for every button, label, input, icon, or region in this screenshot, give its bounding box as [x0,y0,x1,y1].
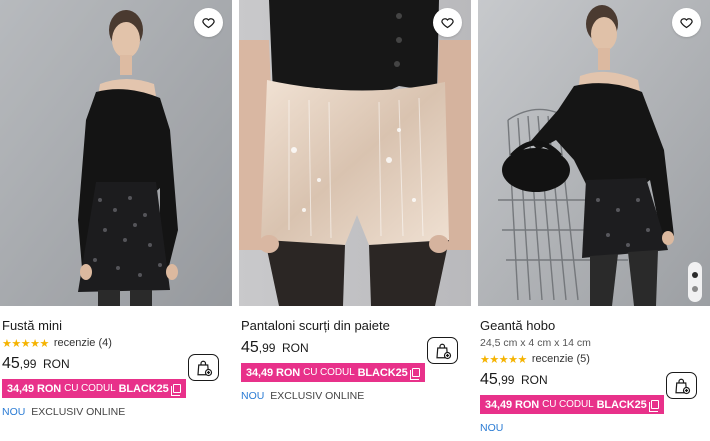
new-tag: NOU [480,422,504,434]
new-tag: NOU [2,406,26,418]
carousel-dot[interactable] [692,272,698,278]
product-tags: NOU EXCLUSIV ONLINE [2,406,232,418]
product-image[interactable] [478,0,710,306]
promo-price: 34,49 RON [7,382,62,395]
add-to-cart-button[interactable] [188,354,219,381]
product-name[interactable]: Pantaloni scurți din paiete [241,318,471,333]
price-currency: RON [281,341,309,355]
carousel-dot[interactable] [692,286,698,292]
copy-icon [409,368,420,380]
price-integer: 45 [480,371,498,388]
price-currency: RON [42,357,70,371]
online-exclusive-tag: EXCLUSIV ONLINE [31,406,126,418]
shopping-bag-plus-icon [435,343,451,359]
promo-code-badge[interactable]: 34,49 RON CU CODUL BLACK25 [480,395,664,414]
favorite-button[interactable] [433,8,462,37]
price-currency: RON [520,373,548,387]
product-name[interactable]: Geantă hobo [480,318,710,333]
shopping-bag-plus-icon [196,360,212,376]
promo-code-badge[interactable]: 34,49 RON CU CODUL BLACK25 [241,363,425,382]
product-name[interactable]: Fustă mini [2,318,232,333]
product-image[interactable] [0,0,232,306]
add-to-cart-button[interactable] [666,372,697,399]
product-card[interactable]: Geantă hobo 24,5 cm x 4 cm x 14 cm ★★★★★… [478,0,710,441]
product-image[interactable] [239,0,471,306]
heart-icon [202,18,215,29]
product-card[interactable]: Pantaloni scurți din paiete 45,99 RON 34… [239,0,471,441]
heart-icon [441,18,454,29]
product-card[interactable]: Fustă mini ★★★★★ recenzie (4) 45,99 RON … [0,0,232,441]
price-decimal: ,99 [19,357,37,371]
heart-icon [680,18,693,29]
rating-stars: ★★★★★ [480,353,527,366]
favorite-button[interactable] [194,8,223,37]
product-rating[interactable]: ★★★★★ recenzie (4) [2,337,232,350]
online-exclusive-tag: EXCLUSIV ONLINE [270,390,365,402]
promo-via: CU CODUL [303,367,355,378]
rating-stars: ★★★★★ [2,337,49,350]
price-integer: 45 [241,339,259,356]
product-tags: NOU [480,422,710,434]
product-rating[interactable]: ★★★★★ recenzie (5) [480,353,710,366]
promo-via: CU CODUL [542,399,594,410]
promo-via: CU CODUL [64,383,116,394]
promo-code: BLACK25 [596,398,647,411]
shopping-bag-plus-icon [674,378,690,394]
price-integer: 45 [2,355,20,372]
new-tag: NOU [241,390,265,402]
price-decimal: ,99 [258,341,276,355]
promo-price: 34,49 RON [485,398,540,411]
copy-icon [648,400,659,412]
image-carousel-dots[interactable] [688,262,702,302]
price-decimal: ,99 [497,373,515,387]
promo-price: 34,49 RON [246,366,301,379]
promo-code: BLACK25 [118,382,169,395]
review-count: recenzie (4) [53,337,112,349]
promo-code: BLACK25 [357,366,408,379]
copy-icon [170,384,181,396]
product-dimensions: 24,5 cm x 4 cm x 14 cm [480,337,591,349]
product-tags: NOU EXCLUSIV ONLINE [241,390,471,402]
favorite-button[interactable] [672,8,701,37]
add-to-cart-button[interactable] [427,337,458,364]
review-count: recenzie (5) [531,353,590,365]
promo-code-badge[interactable]: 34,49 RON CU CODUL BLACK25 [2,379,186,398]
